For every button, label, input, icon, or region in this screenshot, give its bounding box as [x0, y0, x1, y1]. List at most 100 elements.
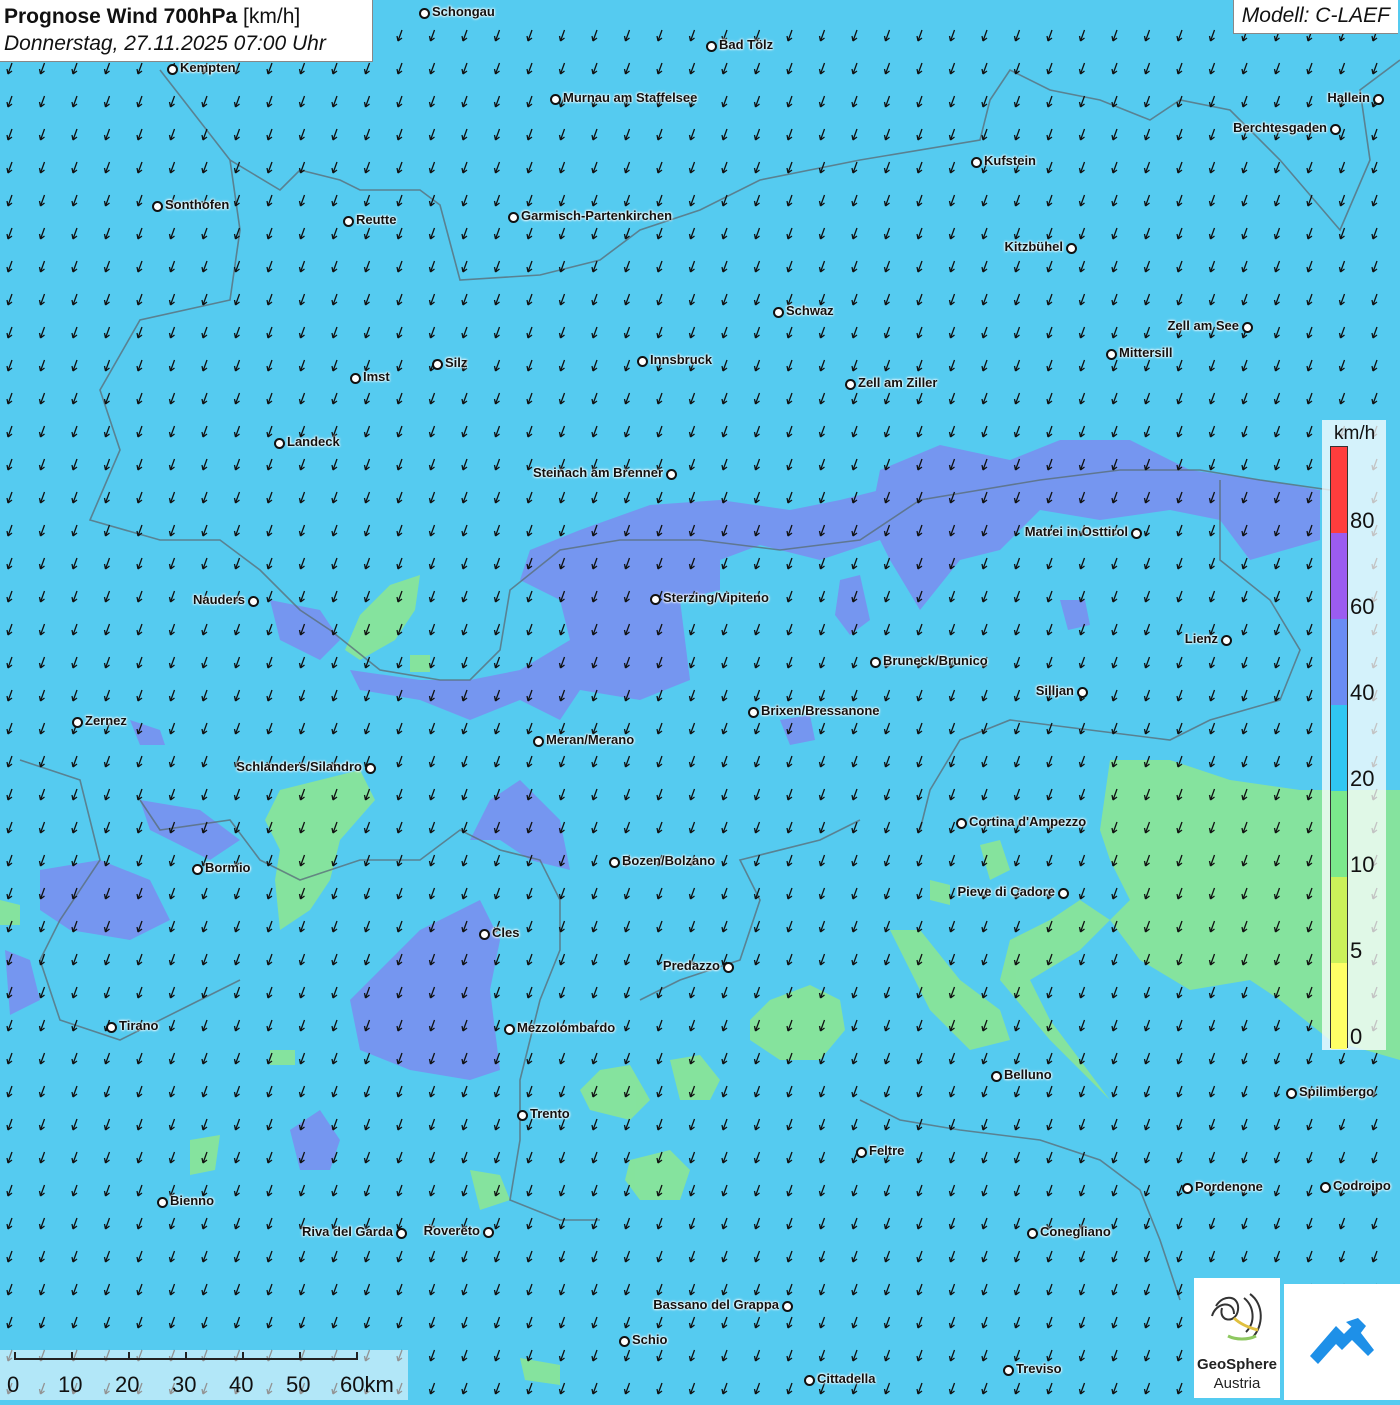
legend-seg-80 [1331, 447, 1347, 533]
city-marker-icon [1066, 243, 1077, 254]
city-marker-icon [533, 736, 544, 747]
city-marker-icon [432, 359, 443, 370]
city-marker-icon [1373, 94, 1384, 105]
city-marker-icon [1242, 322, 1253, 333]
city-label: Sterzing/Vipiteno [663, 590, 769, 605]
legend-seg-5 [1331, 877, 1347, 963]
city-marker-icon [666, 469, 677, 480]
legend-tick: 80 [1350, 508, 1375, 533]
city-marker-icon [157, 1197, 168, 1208]
city-marker-icon [619, 1336, 630, 1347]
app-logo[interactable] [1284, 1284, 1400, 1400]
city-marker-icon [248, 596, 259, 607]
legend-seg-40 [1331, 619, 1347, 705]
city-marker-icon [870, 657, 881, 668]
legend-seg-0 [1331, 963, 1347, 1049]
city-label: Schio [632, 1332, 668, 1347]
city-label: Belluno [1004, 1067, 1052, 1082]
geosphere-logo[interactable]: GeoSphere Austria [1194, 1278, 1280, 1398]
city-label: Lienz [1184, 631, 1218, 646]
city-marker-icon [508, 212, 519, 223]
city-marker-icon [1058, 888, 1069, 899]
city-marker-icon [1221, 635, 1232, 646]
city-marker-icon [956, 818, 967, 829]
city-marker-icon [479, 929, 490, 940]
city-marker-icon [550, 94, 561, 105]
city-marker-icon [1003, 1365, 1014, 1376]
city-label: Bassano del Grappa [653, 1297, 779, 1312]
city-label: Meran/Merano [546, 732, 635, 747]
city-marker-icon [706, 41, 717, 52]
city-label: Reutte [356, 212, 397, 227]
city-label: Garmisch-Partenkirchen [521, 208, 673, 223]
city-label: Sonthofen [165, 197, 230, 212]
city-label: Zernez [85, 713, 127, 728]
scale-label: 20 [115, 1372, 140, 1397]
city-marker-icon [971, 157, 982, 168]
scale-label: 0 [7, 1372, 20, 1397]
city-marker-icon [152, 201, 163, 212]
scale-label: 50 [286, 1372, 311, 1397]
city-marker-icon [396, 1228, 407, 1239]
scale-label: 10 [58, 1372, 83, 1397]
city-label: Berchtesgaden [1233, 120, 1327, 135]
legend-tick: 40 [1350, 680, 1375, 705]
city-label: Bruneck/Brunico [883, 653, 988, 668]
city-label: Pordenone [1195, 1179, 1263, 1194]
city-marker-icon [343, 216, 354, 227]
city-label: Bozen/Bolzano [622, 853, 716, 868]
city-label: Murnau am Staffelsee [563, 90, 698, 105]
city-label: Kitzbühel [1004, 239, 1064, 254]
city-marker-icon [365, 763, 376, 774]
city-label: Riva del Garda [301, 1224, 393, 1239]
city-marker-icon [1330, 124, 1341, 135]
city-label: Bienno [170, 1193, 215, 1208]
city-label: Imst [363, 369, 390, 384]
city-marker-icon [856, 1147, 867, 1158]
city-marker-icon [1027, 1228, 1038, 1239]
city-label: Hallein [1327, 90, 1370, 105]
legend-bar [1330, 446, 1348, 1049]
city-marker-icon [1320, 1182, 1331, 1193]
city-label: Tirano [119, 1018, 159, 1033]
city-label: Kufstein [984, 153, 1036, 168]
city-label: Conegliano [1040, 1224, 1111, 1239]
scale-label: 40 [229, 1372, 254, 1397]
city-label: Codroipo [1333, 1178, 1391, 1193]
legend-tick: 0 [1350, 1024, 1363, 1049]
city-label: Innsbruck [650, 352, 713, 367]
city-label: Trento [530, 1106, 570, 1121]
city-marker-icon [72, 717, 83, 728]
color-legend: km/h 80 60 40 20 10 5 0 [1322, 420, 1386, 1050]
city-label: Schongau [432, 4, 495, 19]
city-marker-icon [773, 307, 784, 318]
map-title: Prognose Wind 700hPa [km/h] [4, 5, 301, 28]
geosphere-name: GeoSphere [1196, 1356, 1278, 1373]
city-marker-icon [845, 379, 856, 390]
city-marker-icon [274, 438, 285, 449]
city-label: Matrei in Osttirol [1024, 524, 1128, 539]
title-box: Prognose Wind 700hPa [km/h] Donnerstag, … [0, 0, 373, 62]
legend-seg-20 [1331, 705, 1347, 791]
city-label: Bormio [205, 860, 251, 875]
city-marker-icon [1106, 349, 1117, 360]
city-label: Brixen/Bressanone [761, 703, 880, 718]
model-label: Modell: C-LAEF [1232, 0, 1398, 34]
city-label: Cortina d'Ampezzo [969, 814, 1087, 829]
city-label: Silljan [1035, 683, 1074, 698]
unit-label: [km/h] [243, 5, 301, 28]
city-label: Landeck [287, 434, 340, 449]
city-marker-icon [748, 707, 759, 718]
city-marker-icon [350, 373, 361, 384]
city-label: Silz [445, 355, 468, 370]
city-label: Bad Tölz [719, 37, 774, 52]
forecast-datetime: Donnerstag, 27.11.2025 07:00 Uhr [4, 32, 326, 55]
scale-bar: 0 10 20 30 40 50 60km [0, 1350, 408, 1400]
city-label: Rovereto [423, 1223, 480, 1238]
city-marker-icon [991, 1071, 1002, 1082]
city-marker-icon [609, 857, 620, 868]
city-marker-icon [483, 1227, 494, 1238]
city-marker-icon [1286, 1088, 1297, 1099]
city-label: Spilimbergo [1299, 1084, 1375, 1099]
scale-label: 60km [340, 1372, 394, 1397]
